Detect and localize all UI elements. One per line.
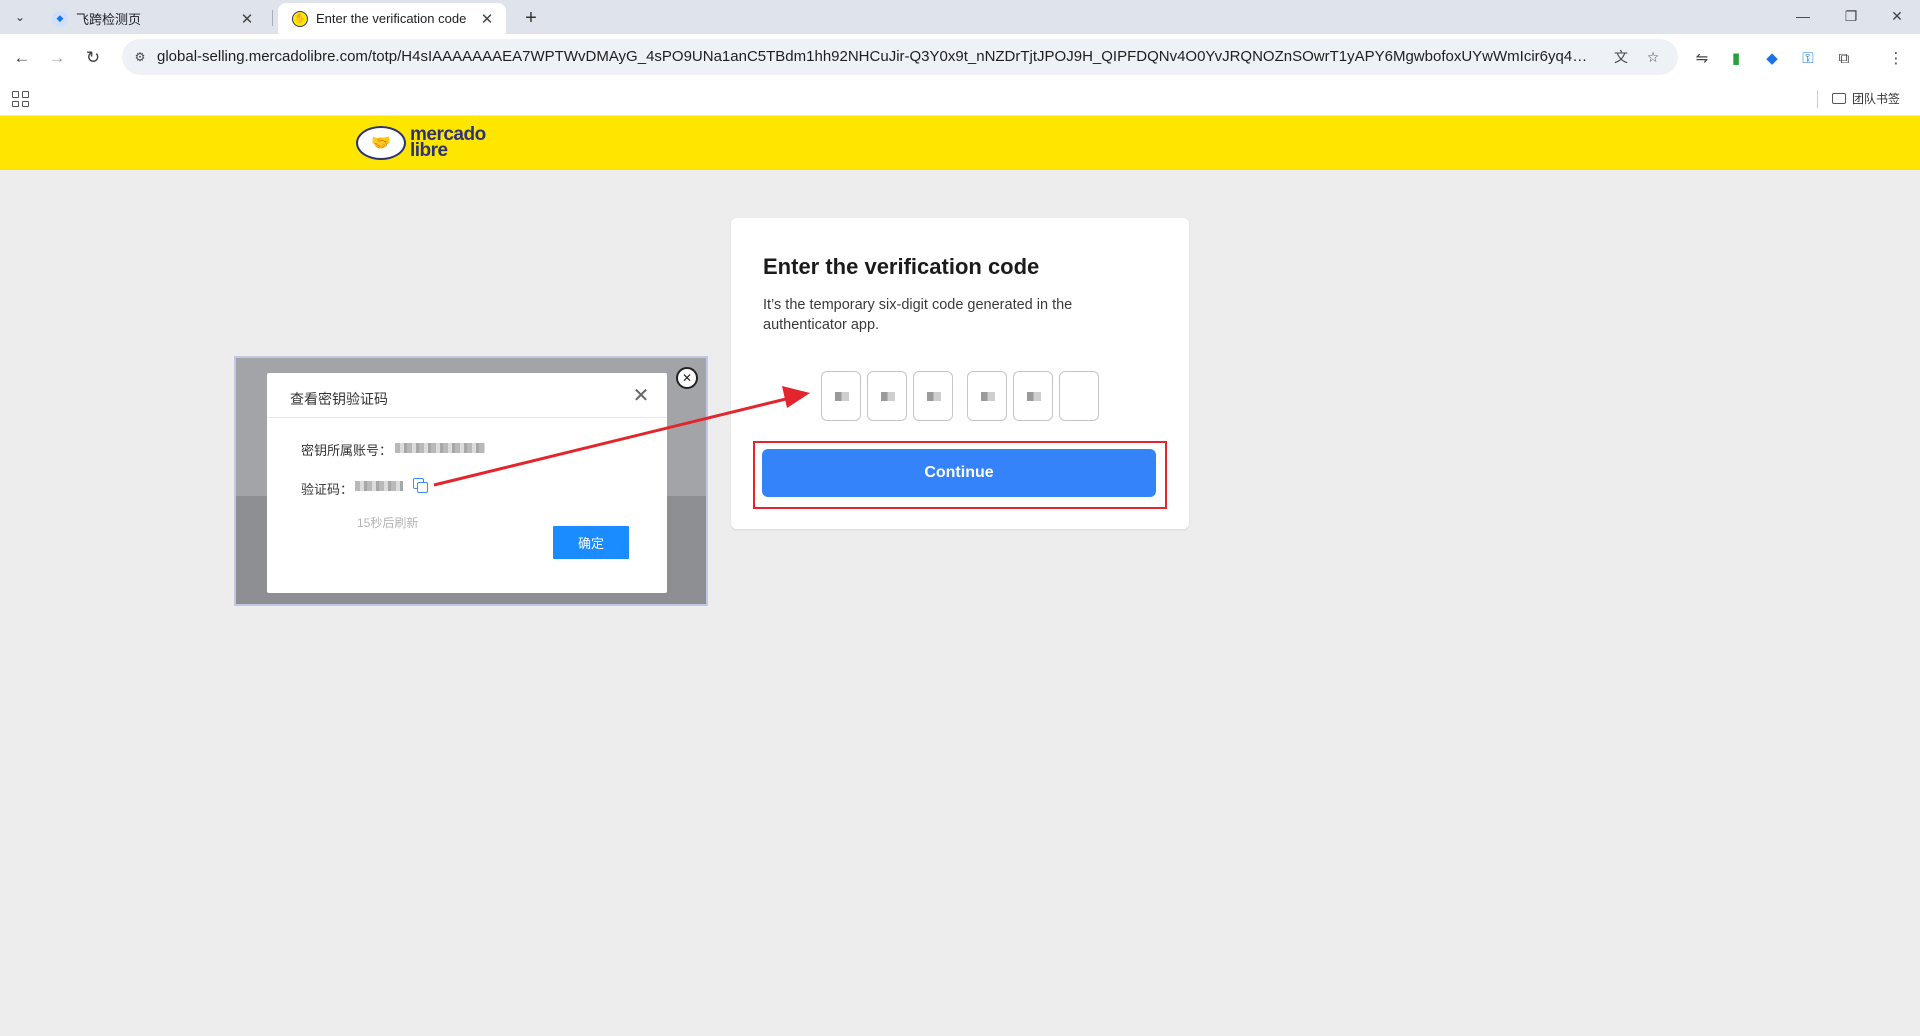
minimize-icon: — (1796, 8, 1810, 24)
popup-screenshot: 查看密钥验证码 ✕ 密钥所属账号： 验证码： 15秒后刷新 确定 (234, 356, 708, 606)
translate-icon[interactable]: 文 (1610, 46, 1632, 68)
more-vert-icon[interactable]: ⋮ (1884, 46, 1908, 70)
mercadolibre-logo[interactable]: 🤝 mercado libre (356, 125, 486, 161)
key-code-dialog: 查看密钥验证码 ✕ 密钥所属账号： 验证码： 15秒后刷新 确定 (267, 373, 667, 593)
reload-icon: ↻ (85, 48, 101, 67)
redacted-digit (927, 392, 941, 401)
bookmark-folder[interactable]: 团队书签 (1832, 90, 1900, 107)
reload-button[interactable]: ↻ (79, 44, 107, 72)
site-info-icon[interactable]: ⚙ (130, 47, 150, 67)
chevron-down-icon: ⌄ (14, 10, 26, 24)
tab-inactive[interactable]: ◆ 飞跨检测页 ✕ (38, 3, 266, 34)
folder-icon (1832, 93, 1846, 104)
logo-wordmark: mercado libre (410, 125, 486, 161)
mercadolibre-favicon: ✋ (292, 10, 308, 27)
address-bar[interactable]: ⚙ global-selling.mercadolibre.com/totp/H… (122, 39, 1678, 75)
tab-title: Enter the verification code (316, 11, 467, 26)
arrow-left-icon: ← (13, 48, 31, 67)
account-label: 密钥所属账号： (301, 443, 393, 458)
forward-button[interactable]: → (43, 44, 71, 72)
browser-toolbar: ← → ↻ ⚙ global-selling.mercadolibre.com/… (0, 34, 1920, 82)
code-label: 验证码： (301, 482, 354, 497)
close-circle-icon[interactable]: ✕ (676, 367, 698, 389)
bookmark-folder-label: 团队书签 (1852, 92, 1901, 106)
bookmark-bar: 团队书签 (0, 82, 1920, 116)
site-header: 🤝 mercado libre (0, 116, 1920, 170)
minimize-button[interactable]: — (1780, 0, 1826, 32)
apps-grid-icon[interactable] (10, 89, 30, 109)
redacted-account (395, 443, 485, 453)
close-window-button[interactable]: ✕ (1874, 0, 1920, 32)
redacted-digit (881, 392, 895, 401)
copy-icon[interactable] (413, 478, 428, 493)
refresh-countdown: 15秒后刷新 (357, 516, 419, 530)
confirm-button[interactable]: 确定 (553, 526, 629, 559)
close-icon[interactable]: ✕ (478, 10, 496, 28)
redacted-digit (835, 392, 849, 401)
arrow-right-icon: → (48, 48, 66, 67)
restore-icon: ❐ (1844, 7, 1858, 24)
close-icon[interactable]: ✕ (627, 381, 655, 409)
code-digit-5[interactable] (1013, 371, 1053, 421)
key-icon[interactable]: ⚿ (1796, 46, 1820, 70)
tune-icon[interactable]: ⇋ (1690, 46, 1714, 70)
close-icon[interactable]: ✕ (238, 10, 256, 28)
code-digit-3[interactable] (913, 371, 953, 421)
back-button[interactable]: ← (8, 44, 36, 72)
logo-line-2: libre (410, 140, 448, 161)
bookmark-divider (1817, 90, 1818, 108)
page-title: Enter the verification code (763, 254, 1040, 279)
code-digit-1[interactable] (821, 371, 861, 421)
url-text[interactable]: global-selling.mercadolibre.com/totp/H4s… (157, 48, 1597, 65)
shield-icon: ◆ (52, 10, 68, 27)
dialog-title: 查看密钥验证码 (290, 391, 388, 407)
card-description: It’s the temporary six-digit code genera… (763, 297, 1073, 333)
code-digit-2[interactable] (867, 371, 907, 421)
plus-icon: + (525, 6, 537, 29)
tab-strip: ⌄ ◆ 飞跨检测页 ✕ ✋ Enter the verification cod… (0, 0, 1920, 34)
redacted-digit (981, 392, 995, 401)
continue-button[interactable]: Continue (762, 449, 1156, 497)
new-tab-button[interactable]: + (518, 5, 544, 31)
dialog-divider (267, 417, 667, 418)
code-digit-4[interactable] (967, 371, 1007, 421)
redacted-digit (1027, 392, 1041, 401)
puzzle-icon[interactable]: ⧉ (1832, 46, 1856, 70)
tab-search-button[interactable]: ⌄ (6, 5, 34, 29)
verification-card: Enter the verification code It’s the tem… (731, 218, 1189, 529)
restore-button[interactable]: ❐ (1828, 0, 1874, 32)
redacted-code (355, 481, 403, 491)
signal-bars-icon[interactable]: ▮ (1724, 46, 1748, 70)
code-digit-6[interactable] (1059, 371, 1099, 421)
tab-active[interactable]: ✋ Enter the verification code ✕ (278, 3, 506, 34)
shield-icon[interactable]: ◆ (1760, 46, 1784, 70)
star-icon[interactable]: ☆ (1642, 46, 1664, 68)
handshake-icon: 🤝 (356, 126, 406, 160)
close-icon: ✕ (1891, 7, 1903, 24)
tab-divider (272, 10, 273, 26)
tab-title: 飞跨检测页 (76, 12, 142, 27)
